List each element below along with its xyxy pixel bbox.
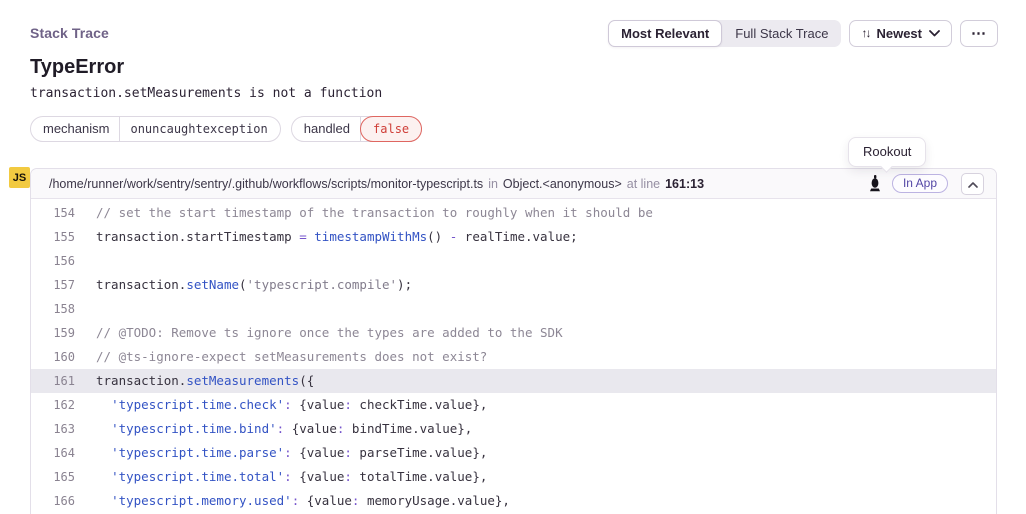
error-message: transaction.setMeasurements is not a fun… (30, 86, 382, 101)
tags-row: mechanismonuncaughtexception handledfalse (30, 116, 422, 142)
rookout-icon[interactable] (869, 175, 881, 192)
line-number: 162 (31, 393, 75, 417)
line-content: // @ts-ignore-expect setMeasurements doe… (75, 345, 487, 369)
code-line-159: 159// @TODO: Remove ts ignore once the t… (31, 321, 996, 345)
code-line-166: 166 'typescript.memory.used': {value: me… (31, 489, 996, 513)
rookout-tooltip: Rookout (848, 137, 926, 167)
tag-key: handled (292, 117, 360, 141)
line-content: transaction.startTimestamp = timestampWi… (75, 225, 578, 249)
line-content: // set the start timestamp of the transa… (75, 201, 653, 225)
stack-frame: JS /home/runner/work/sentry/sentry/.gith… (30, 168, 997, 514)
tag-value: onuncaughtexception (120, 117, 279, 141)
line-content: 'typescript.time.check': {value: checkTi… (75, 393, 487, 417)
source-code-context: 154// set the start timestamp of the tra… (31, 199, 996, 513)
rookout-tooltip-label: Rookout (863, 144, 911, 159)
line-content: 'typescript.time.bind': {value: bindTime… (75, 417, 472, 441)
chevron-up-icon (968, 176, 978, 191)
frame-header[interactable]: /home/runner/work/sentry/sentry/.github/… (31, 169, 996, 199)
frame-line-number: 161:13 (665, 177, 704, 191)
code-line-161: 161transaction.setMeasurements({ (31, 369, 996, 393)
more-options-button[interactable]: ⋯ (960, 20, 998, 47)
line-number: 159 (31, 321, 75, 345)
error-type-title: TypeError (30, 56, 124, 79)
code-line-156: 156 (31, 249, 996, 273)
frame-function: Object.<anonymous> (503, 177, 622, 191)
line-number: 165 (31, 465, 75, 489)
stack-trace-controls: Most RelevantFull Stack Trace ↑↓ Newest … (608, 20, 998, 47)
code-line-158: 158 (31, 297, 996, 321)
line-number: 161 (31, 369, 75, 393)
line-content: 'typescript.time.total': {value: totalTi… (75, 465, 487, 489)
line-content: // @TODO: Remove ts ignore once the type… (75, 321, 563, 345)
view-toggle-option-most-relevant[interactable]: Most Relevant (608, 20, 722, 47)
line-number: 164 (31, 441, 75, 465)
platform-js-badge: JS (9, 167, 30, 188)
sort-label: Newest (876, 26, 922, 41)
frame-filename: /home/runner/work/sentry/sentry/.github/… (49, 177, 483, 191)
code-line-164: 164 'typescript.time.parse': {value: par… (31, 441, 996, 465)
code-line-157: 157transaction.setName('typescript.compi… (31, 273, 996, 297)
line-content: 'typescript.time.parse': {value: parseTi… (75, 441, 487, 465)
section-title: Stack Trace (30, 25, 109, 41)
line-content: transaction.setName('typescript.compile'… (75, 273, 412, 297)
view-toggle-option-full-stack-trace[interactable]: Full Stack Trace (722, 20, 841, 47)
in-app-badge: In App (892, 174, 948, 193)
issue-stack-trace-page: Stack Trace Most RelevantFull Stack Trac… (0, 0, 1026, 514)
code-line-155: 155transaction.startTimestamp = timestam… (31, 225, 996, 249)
line-number: 166 (31, 489, 75, 513)
line-content: transaction.setMeasurements({ (75, 369, 314, 393)
line-number: 163 (31, 417, 75, 441)
code-line-163: 163 'typescript.time.bind': {value: bind… (31, 417, 996, 441)
collapse-frame-button[interactable] (961, 173, 984, 195)
sort-arrows-icon: ↑↓ (861, 26, 869, 40)
sort-newest-button[interactable]: ↑↓ Newest (849, 20, 952, 47)
line-number: 155 (31, 225, 75, 249)
line-number: 158 (31, 297, 75, 321)
tag-value: false (360, 116, 422, 142)
line-number: 156 (31, 249, 75, 273)
tag-mechanism[interactable]: mechanismonuncaughtexception (30, 116, 281, 142)
ellipsis-icon: ⋯ (971, 26, 987, 41)
tag-handled[interactable]: handledfalse (291, 116, 422, 142)
frame-at-line-label: at line (627, 177, 660, 191)
line-number: 160 (31, 345, 75, 369)
line-number: 154 (31, 201, 75, 225)
code-line-154: 154// set the start timestamp of the tra… (31, 201, 996, 225)
line-content (75, 297, 96, 321)
line-content (75, 249, 96, 273)
tag-key: mechanism (31, 117, 119, 141)
line-content: 'typescript.memory.used': {value: memory… (75, 489, 510, 513)
code-line-162: 162 'typescript.time.check': {value: che… (31, 393, 996, 417)
code-line-165: 165 'typescript.time.total': {value: tot… (31, 465, 996, 489)
stack-trace-header-row: Stack Trace Most RelevantFull Stack Trac… (30, 18, 998, 48)
chevron-down-icon (929, 30, 940, 37)
view-toggle: Most RelevantFull Stack Trace (608, 20, 841, 47)
code-line-160: 160// @ts-ignore-expect setMeasurements … (31, 345, 996, 369)
frame-in-label: in (488, 177, 498, 191)
line-number: 157 (31, 273, 75, 297)
